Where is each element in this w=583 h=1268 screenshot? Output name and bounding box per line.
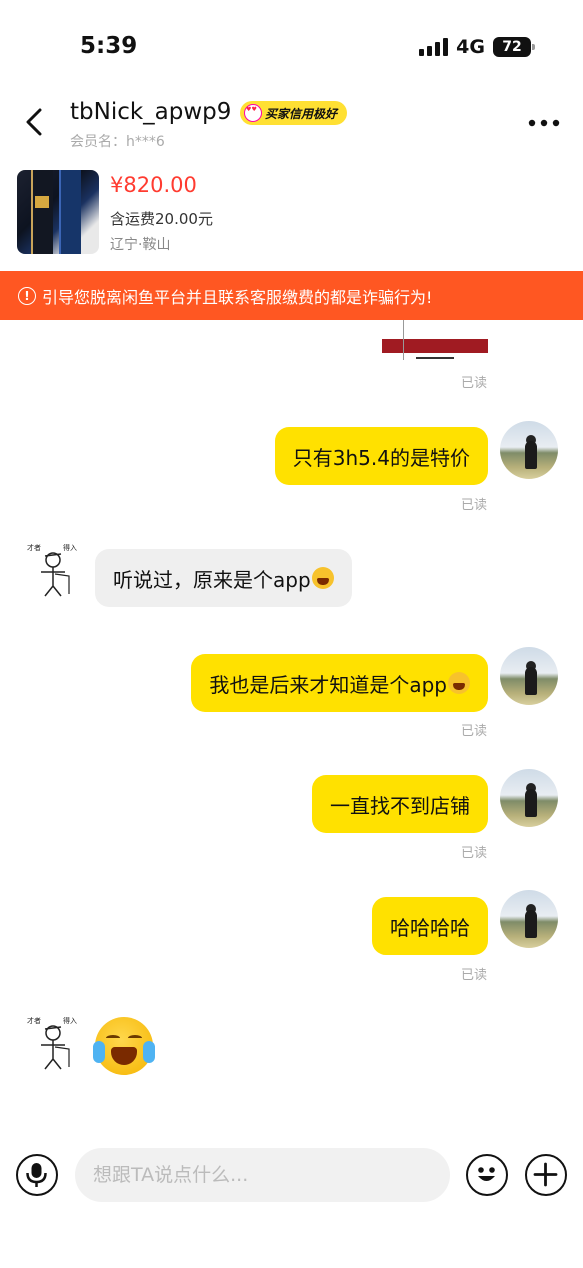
smiley-icon (478, 1167, 495, 1181)
add-button[interactable] (525, 1154, 567, 1196)
credit-badge: 买家信用极好 (240, 101, 348, 125)
more-button[interactable] (527, 110, 561, 130)
product-price: ¥820.00 (110, 173, 197, 197)
contact-avatar[interactable]: 才者 得入 (25, 542, 81, 598)
crying-laughing-icon (448, 672, 470, 694)
voice-button[interactable] (16, 1154, 58, 1196)
signal-icon (419, 38, 449, 56)
read-receipt: 已读 (461, 968, 488, 983)
svg-text:才者: 才者 (27, 543, 41, 552)
read-receipt: 已读 (461, 498, 488, 513)
message-bubble-received[interactable]: 听说过，原来是个app (95, 549, 352, 607)
more-dots-icon (528, 119, 560, 127)
message-bubble-sent[interactable]: 哈哈哈哈 (372, 897, 488, 955)
back-button[interactable] (18, 104, 54, 140)
read-receipt: 已读 (461, 846, 488, 861)
product-location: 辽宁·鞍山 (110, 237, 171, 253)
shared-image-message[interactable] (382, 320, 488, 360)
my-avatar[interactable] (500, 769, 558, 827)
chat-header: tbNick_apwp9 买家信用极好 会员名：h***6 (0, 92, 583, 160)
svg-text:得入: 得入 (63, 543, 77, 552)
crying-laughing-icon (311, 567, 334, 589)
message-bubble-sent[interactable]: 一直找不到店铺 (312, 775, 488, 833)
my-avatar[interactable] (500, 890, 558, 948)
microphone-icon (26, 1163, 47, 1187)
message-bubble-sent[interactable]: 我也是后来才知道是个app (191, 654, 488, 712)
fraud-warning-banner: ! 引导您脱离闲鱼平台并且联系客服缴费的都是诈骗行为! (0, 271, 583, 320)
heart-eyes-icon (244, 104, 262, 122)
status-bar: 5:39 4G 72 (0, 0, 583, 92)
info-circle-icon: ! (18, 286, 36, 305)
message-input[interactable] (75, 1148, 450, 1202)
message-text: 听说过，原来是个app (113, 567, 311, 592)
contact-nickname[interactable]: tbNick_apwp9 (70, 99, 231, 125)
product-card[interactable]: ¥820.00 含运费20.00元 辽宁·鞍山 (0, 170, 583, 262)
message-bubble-sent[interactable]: 只有3h5.4的是特价 (274, 427, 488, 485)
plus-icon (533, 1162, 558, 1187)
svg-text:才者: 才者 (27, 1016, 41, 1025)
warning-text: 引导您脱离闲鱼平台并且联系客服缴费的都是诈骗行为! (42, 287, 433, 307)
credit-badge-label: 买家信用极好 (265, 106, 338, 121)
chevron-left-icon (26, 108, 42, 136)
network-type: 4G (456, 36, 485, 58)
status-time: 5:39 (80, 33, 138, 59)
contact-avatar[interactable]: 才者 得入 (25, 1015, 81, 1071)
chat-messages[interactable]: 已读 只有3h5.4的是特价 已读 才者 得入 听说过，原来是个app 我也是后… (0, 320, 583, 1140)
product-shipping: 含运费20.00元 (110, 210, 213, 228)
read-receipt: 已读 (461, 376, 488, 391)
crying-laughing-icon[interactable] (93, 1017, 155, 1075)
member-name: 会员名：h***6 (70, 134, 165, 150)
product-image[interactable] (17, 170, 99, 254)
input-bar (0, 1140, 583, 1210)
message-text: 我也是后来才知道是个app (209, 672, 447, 697)
svg-text:得入: 得入 (63, 1016, 77, 1025)
status-indicators: 4G 72 (419, 36, 535, 58)
battery-icon: 72 (493, 37, 535, 57)
my-avatar[interactable] (500, 421, 558, 479)
my-avatar[interactable] (500, 647, 558, 705)
read-receipt: 已读 (461, 724, 488, 739)
emoji-button[interactable] (466, 1154, 508, 1196)
